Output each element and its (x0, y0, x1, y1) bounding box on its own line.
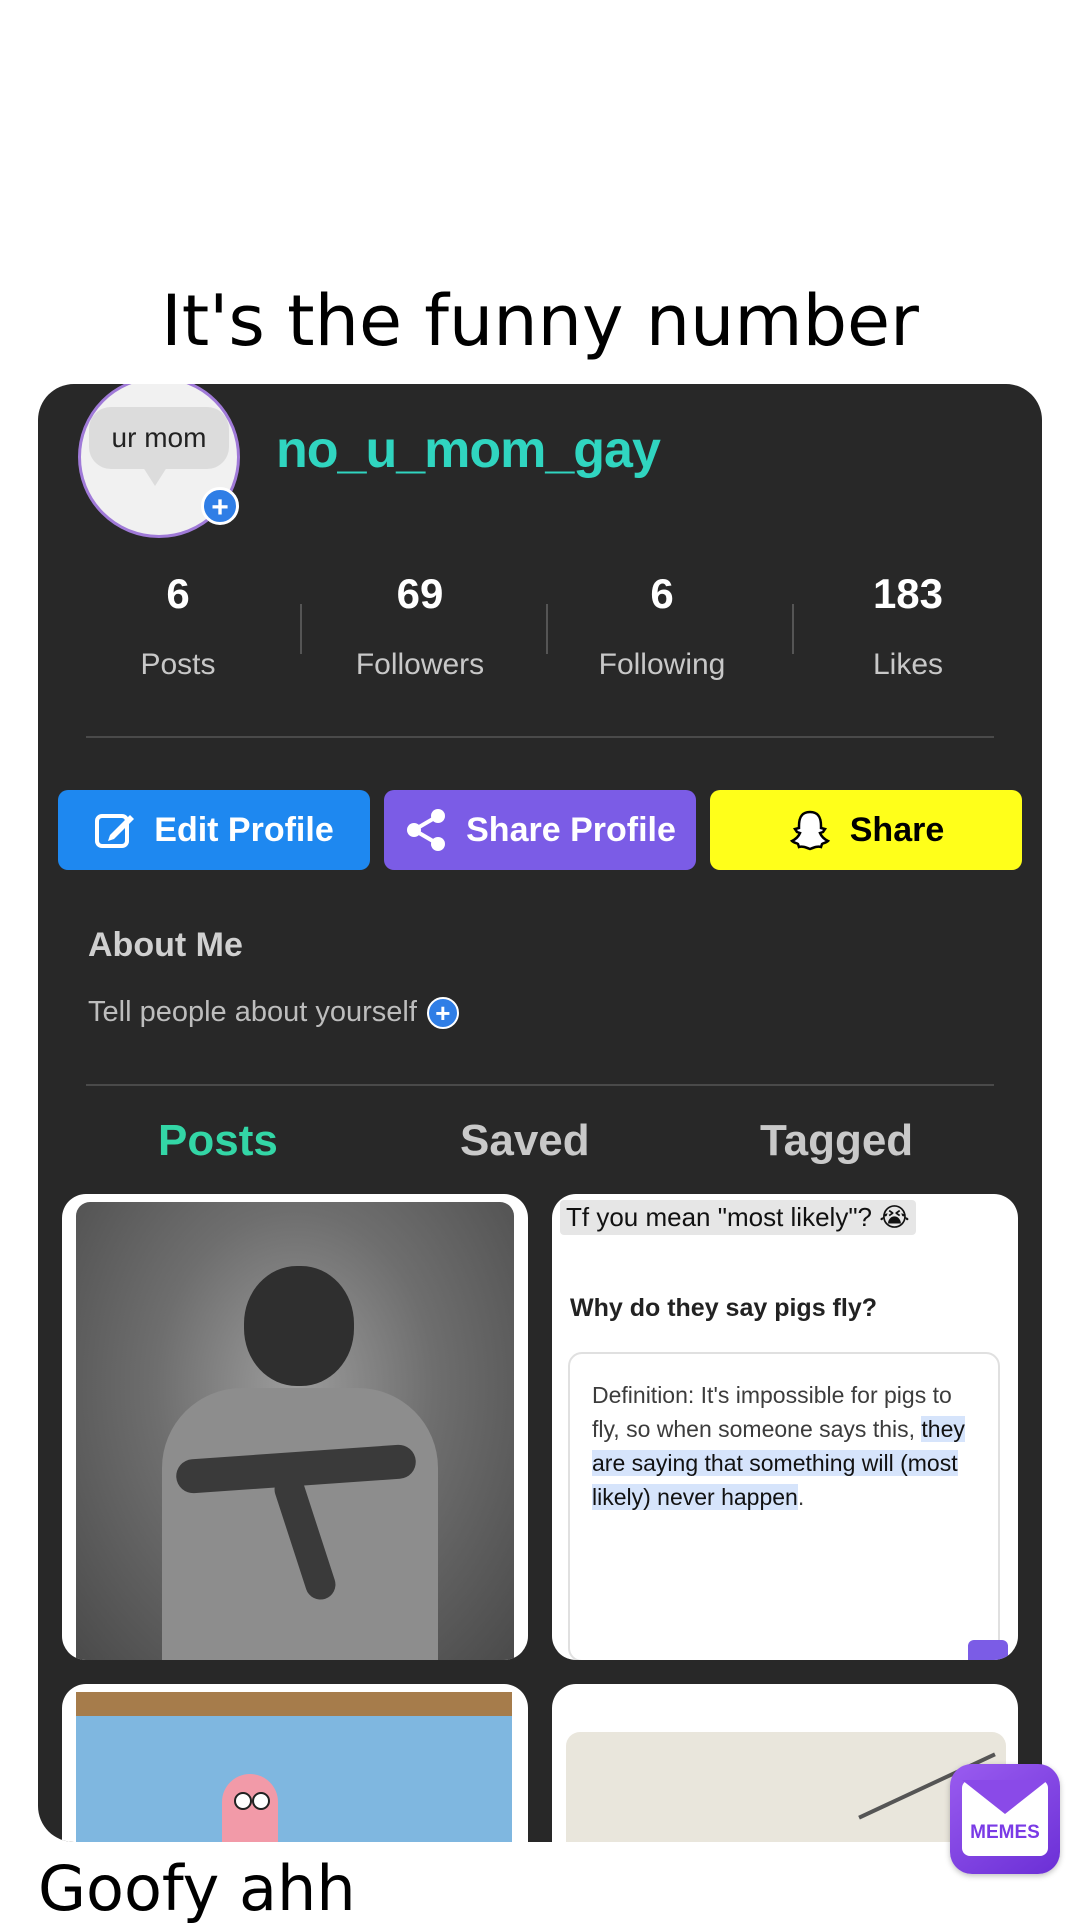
caption-bottom: Goofy ahh (38, 1852, 356, 1925)
stat-divider (300, 604, 302, 654)
post-caption-highlight: Tf you mean "most likely"? 😭 (560, 1200, 916, 1235)
stat-following[interactable]: 6 Following (542, 570, 782, 682)
about-me-placeholder: Tell people about yourself (88, 996, 417, 1028)
share-label: Share (849, 810, 945, 849)
stat-followers[interactable]: 69 Followers (300, 570, 540, 682)
edit-profile-button[interactable]: Edit Profile (58, 790, 370, 870)
edit-profile-label: Edit Profile (154, 810, 334, 849)
avatar-speech-bubble: ur mom (89, 407, 229, 469)
avatar[interactable]: ur mom + (78, 384, 240, 538)
profile-screen: ur mom + no_u_mom_gay 6 Posts 69 Followe… (38, 384, 1042, 1842)
character-eye (252, 1792, 270, 1810)
stat-likes-value: 183 (872, 570, 944, 617)
stat-divider (792, 604, 794, 654)
divider (86, 1084, 994, 1086)
envelope-flap-icon (962, 1780, 1048, 1814)
mail-icon (968, 1640, 1008, 1660)
cartoon-character (222, 1774, 278, 1842)
stat-following-label: Following (598, 648, 726, 681)
caption-top: It's the funny number (161, 280, 919, 362)
edit-icon (94, 809, 136, 851)
add-avatar-icon[interactable]: + (201, 487, 239, 525)
figure-head (244, 1266, 354, 1386)
speech-bubble-tail (141, 464, 169, 486)
share-icon (404, 808, 448, 852)
post-thumbnail[interactable] (62, 1684, 528, 1842)
tab-tagged[interactable]: Tagged (760, 1116, 913, 1166)
definition-end: . (797, 1484, 805, 1510)
stat-posts[interactable]: 6 Posts (58, 570, 298, 682)
stat-divider (546, 604, 548, 654)
stat-followers-label: Followers (355, 648, 485, 681)
tab-saved[interactable]: Saved (460, 1116, 590, 1166)
stat-likes-label: Likes (872, 648, 944, 681)
character-eye (234, 1792, 252, 1810)
username: no_u_mom_gay (276, 421, 661, 479)
definition-text: Definition: It's impossible for pigs to … (592, 1382, 952, 1442)
post-thumbnail[interactable] (552, 1684, 1018, 1842)
add-bio-icon[interactable]: + (426, 996, 459, 1029)
snapchat-ghost-icon (788, 808, 832, 852)
post-thumbnail[interactable] (62, 1194, 528, 1660)
memes-logo: MEMES (950, 1764, 1060, 1874)
post-thumbnail[interactable]: Tf you mean "most likely"? 😭 Why do they… (552, 1194, 1018, 1660)
about-me-prompt[interactable]: Tell people about yourself + (88, 996, 459, 1029)
tab-posts[interactable]: Posts (158, 1116, 278, 1166)
stat-posts-label: Posts (140, 648, 216, 681)
share-profile-label: Share Profile (466, 810, 676, 849)
post-image (76, 1202, 514, 1660)
divider (86, 736, 994, 738)
about-me-heading: About Me (88, 926, 243, 964)
share-profile-button[interactable]: Share Profile (384, 790, 696, 870)
stat-likes[interactable]: 183 Likes (788, 570, 1028, 682)
snapchat-share-button[interactable]: Share (710, 790, 1022, 870)
stat-followers-value: 69 (396, 570, 444, 617)
definition-box: Definition: It's impossible for pigs to … (568, 1352, 1000, 1660)
stat-posts-value: 6 (166, 570, 190, 617)
stat-following-value: 6 (650, 570, 674, 617)
post-image-beam (76, 1692, 512, 1716)
post-question: Why do they say pigs fly? (570, 1294, 877, 1322)
post-image (566, 1732, 1006, 1842)
